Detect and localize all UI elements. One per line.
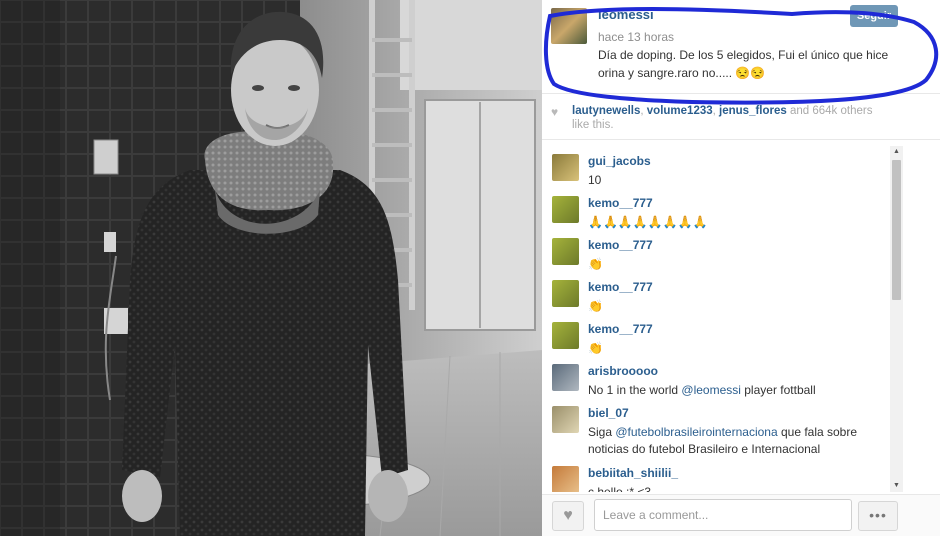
comment-text: 👏 [588,299,603,313]
photo-graphic [0,0,542,536]
commenter-avatar[interactable] [552,322,579,349]
like-user[interactable]: volume1233 [647,105,713,117]
commenter-avatar[interactable] [552,238,579,265]
commenter-avatar[interactable] [552,280,579,307]
like-user[interactable]: jenus_flores [719,105,787,117]
comment-username[interactable]: kemo__777 [588,238,653,252]
comment-text-part: player fottball [740,383,816,397]
comment-username[interactable]: gui_jacobs [588,154,651,168]
more-options-button[interactable]: ••• [858,501,898,531]
comment-text-part: Siga [588,425,616,439]
commenter-avatar[interactable] [552,364,579,391]
comment-username[interactable]: kemo__777 [588,196,653,210]
comment-text: No 1 in the world @leomessi player fottb… [588,382,878,399]
post-caption: Día de doping. De los 5 elegidos, Fui el… [598,48,889,80]
comment-list[interactable]: gui_jacobs 10 kemo__777 🙏🙏🙏🙏🙏🙏🙏🙏 kemo__7… [542,146,940,492]
comments-scrollbar[interactable]: ▲ ▼ [890,146,903,492]
commenter-avatar[interactable] [552,154,579,181]
post-sidebar: leomessi hace 13 horas Día de doping. De… [542,0,940,536]
comment-text: ç hello :* <3 [588,485,652,492]
scroll-up-arrow-icon[interactable]: ▲ [890,146,903,158]
heart-icon: ♥ [563,507,573,524]
comment-text-part: No 1 in the world [588,383,682,397]
comment-username[interactable]: arisbrooooo [588,364,658,378]
owner-username[interactable]: leomessi [598,7,654,22]
comment-text: 🙏🙏🙏🙏🙏🙏🙏🙏 [588,215,708,229]
post-header: leomessi hace 13 horas Día de doping. De… [542,0,940,94]
comment-footer: ♥ ••• [542,494,940,536]
scroll-down-arrow-icon[interactable]: ▼ [890,480,903,492]
comment-text: Siga @futebolbrasileirointernaciona que … [588,424,878,458]
post-photo[interactable] [0,0,542,536]
heart-icon: ♥ [551,105,559,119]
ellipsis-icon: ••• [869,507,887,523]
comment-username[interactable]: kemo__777 [588,280,653,294]
instagram-post-viewer: leomessi hace 13 horas Día de doping. De… [0,0,940,536]
comment-text: 👏 [588,341,603,355]
comment-input[interactable] [594,499,852,531]
commenter-avatar[interactable] [552,196,579,223]
commenter-avatar[interactable] [552,406,579,433]
scroll-thumb[interactable] [892,160,901,300]
like-button[interactable]: ♥ [552,501,584,531]
mention-link[interactable]: @futebolbrasileirointernaciona [615,425,777,439]
likes-summary: ♥ lautynewells, volume1233, jenus_flores… [542,100,940,140]
like-user[interactable]: lautynewells [572,105,640,117]
mention-link[interactable]: @leomessi [681,383,741,397]
owner-avatar[interactable] [551,8,587,44]
likes-text: lautynewells, volume1233, jenus_flores a… [572,104,892,132]
comment-username[interactable]: biel_07 [588,406,629,420]
comment-text: 👏 [588,257,603,271]
commenter-avatar[interactable] [552,466,579,492]
comment-username[interactable]: bebiitah_shiilii_ [588,466,678,480]
comment-text: 10 [588,173,602,187]
post-timestamp: hace 13 horas [598,30,675,44]
comment-username[interactable]: kemo__777 [588,322,653,336]
follow-button[interactable]: Seguir [850,5,898,27]
